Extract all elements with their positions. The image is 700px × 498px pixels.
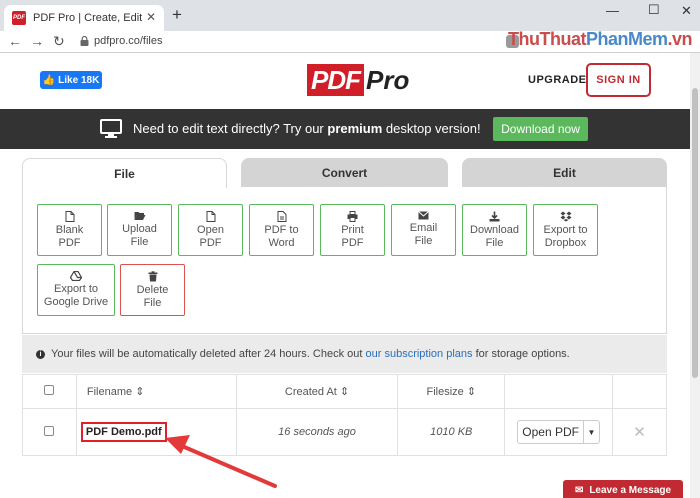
sort-icon: ⇕ [135,386,145,398]
row-checkbox[interactable] [44,425,55,436]
new-tab-icon[interactable]: + [172,6,182,24]
tab-file[interactable]: File [22,158,227,188]
lock-icon [80,36,89,46]
upload-file-button[interactable]: Upload File [107,204,172,256]
tab-convert[interactable]: Convert [241,158,448,187]
facebook-like-button[interactable]: 👍 Like 18K [40,71,102,89]
table-row: PDF Demo.pdf 16 seconds ago 1010 KB Open… [22,408,667,456]
open-pdf-split-button[interactable]: Open PDF ▼ [517,420,600,444]
email-file-button[interactable]: Email File [391,204,456,256]
banner-text: Need to edit text directly? Try our prem… [133,121,481,136]
scrollbar-thumb[interactable] [692,88,698,378]
created-at-column-header[interactable]: Created At ⇕ [235,374,399,409]
table-header-row: Filename ⇕ Created At ⇕ Filesize ⇕ [22,374,667,409]
download-file-button[interactable]: Download File [462,204,527,256]
open-pdf-row-button[interactable]: Open PDF [518,421,583,443]
google-drive-icon [70,271,82,281]
sign-in-button[interactable]: SIGN IN [586,63,651,97]
thumbs-up-icon: 👍 [42,74,56,86]
export-dropbox-button[interactable]: Export to Dropbox [533,204,598,256]
pdf-to-word-button[interactable]: PDF to Word [249,204,314,256]
storage-info-bar: i Your files will be automatically delet… [22,335,667,373]
download-icon [489,211,500,222]
select-all-checkbox[interactable] [44,385,55,395]
pdf-favicon-icon: PDF [12,11,26,25]
window-close-icon[interactable]: ✕ [681,3,692,19]
tab-edit[interactable]: Edit [462,158,667,187]
dropbox-icon [560,211,571,222]
sort-icon: ⇕ [466,386,477,398]
url-input[interactable]: pdfpro.co/files [94,35,162,47]
filesize-cell: 1010 KB [397,408,506,456]
browser-tab[interactable]: PDF PDF Pro | Create, Edit & Convert ✕ [4,5,164,31]
filesize-column-header[interactable]: Filesize ⇕ [397,374,506,409]
maximize-icon[interactable]: ☐ [648,2,660,18]
file-icon [65,211,74,222]
blank-pdf-button[interactable]: Blank PDF [37,204,102,256]
print-icon [347,211,358,222]
created-at-cell: 16 seconds ago [235,408,399,456]
envelope-icon: ✉ [574,484,584,496]
promo-banner: Need to edit text directly? Try our prem… [0,109,690,149]
minimize-icon[interactable]: — [606,3,619,18]
upgrade-link[interactable]: UPGRADE [528,74,587,86]
leave-message-button[interactable]: ✉ Leave a Message [563,480,683,498]
delete-file-button[interactable]: Delete File [120,264,185,316]
open-pdf-button[interactable]: Open PDF [178,204,243,256]
filename-column-header[interactable]: Filename ⇕ [75,374,237,409]
close-tab-icon[interactable]: ✕ [146,10,156,24]
trash-icon [148,271,157,282]
browser-tab-bar: PDF PDF Pro | Create, Edit & Convert ✕ +… [0,0,700,31]
filename-cell[interactable]: PDF Demo.pdf [80,422,167,442]
info-text: Your files will be automatically deleted… [51,348,570,360]
delete-row-icon[interactable]: ✕ [633,424,646,441]
forward-icon[interactable]: → [30,33,44,49]
caret-down-icon[interactable]: ▼ [582,421,599,443]
export-google-drive-button[interactable]: Export to Google Drive [37,264,115,316]
watermark-logo: ThuThuatPhanMem.vn [508,29,693,49]
file-icon [206,211,215,222]
back-icon[interactable]: ← [8,33,22,49]
pdfpro-logo[interactable]: PDF Pro [307,64,409,96]
download-now-button[interactable]: Download now [493,117,588,141]
subscription-plans-link[interactable]: our subscription plans [366,348,473,360]
reload-icon[interactable]: ↻ [53,33,65,50]
files-table: Filename ⇕ Created At ⇕ Filesize ⇕ PDF D… [22,374,667,456]
envelope-icon [418,211,429,220]
info-icon: i [36,349,45,359]
monitor-icon [100,119,122,138]
sort-icon: ⇕ [339,386,350,398]
folder-open-icon [134,212,145,220]
page-scrollbar[interactable] [690,53,700,498]
file-text-icon [277,211,286,222]
print-pdf-button[interactable]: Print PDF [320,204,385,256]
browser-tab-title: PDF Pro | Create, Edit & Convert [33,12,143,24]
